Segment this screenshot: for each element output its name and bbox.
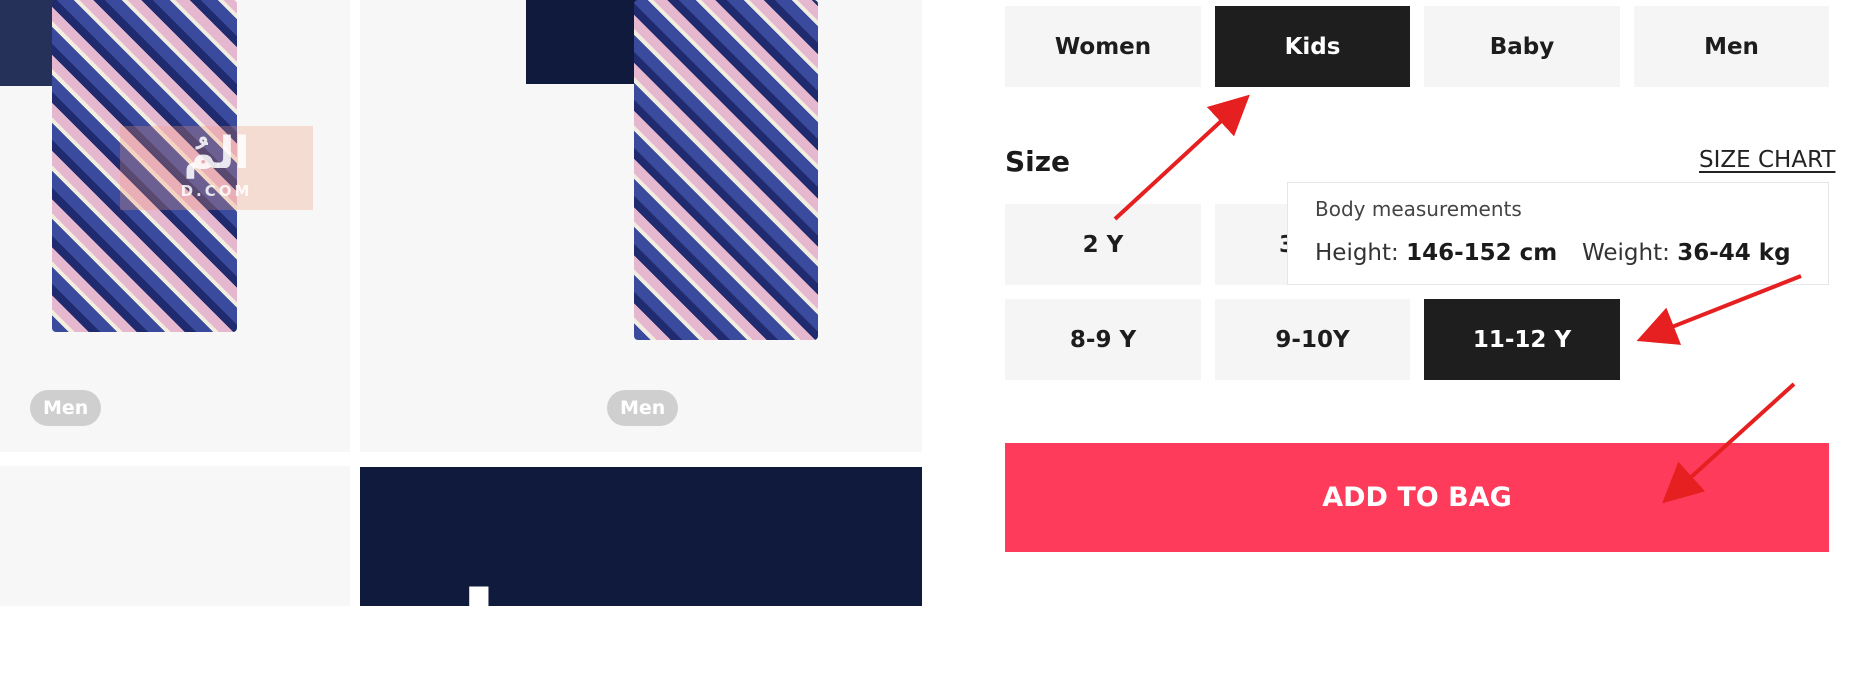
category-badge: Men [30,390,102,426]
department-women[interactable]: Women [1005,6,1201,87]
watermark-logo: المُ D.COM [120,126,313,210]
add-to-bag-button[interactable]: ADD TO BAG [1005,443,1829,552]
pants-image [634,0,818,340]
print-text: l . [460,568,578,696]
body-measurements-tooltip: Body measurements Height: 146-152 cm Wei… [1287,182,1829,285]
category-badge: Men [607,390,679,426]
arrow-to-size-11-12y [1636,274,1802,345]
arrow-to-kids [1113,94,1250,221]
department-kids[interactable]: Kids [1215,6,1410,87]
department-baby[interactable]: Baby [1424,6,1620,87]
product-tile-bottom-right[interactable]: l . [360,467,922,687]
department-men[interactable]: Men [1634,6,1829,87]
height-value: 146-152 cm [1406,240,1558,266]
size-option-11-12y[interactable]: 11-12 Y [1424,299,1620,380]
product-tile-bottom-left[interactable] [0,466,350,606]
weight-measurement: Weight: 36-44 kg [1582,240,1791,266]
size-label: Size [1005,145,1071,178]
height-measurement: Height: 146-152 cm [1315,240,1557,266]
size-option-9-10y[interactable]: 9-10Y [1215,299,1410,380]
product-tile-left[interactable]: المُ D.COM Men [0,0,350,452]
size-chart-link[interactable]: SIZE CHART [1699,147,1835,173]
size-option-2y[interactable]: 2 Y [1005,204,1201,285]
product-tile-right[interactable]: Men [360,0,922,452]
weight-value: 36-44 kg [1677,240,1791,266]
tooltip-title: Body measurements [1315,197,1522,221]
size-option-8-9y[interactable]: 8-9 Y [1005,299,1201,380]
height-label: Height: [1315,240,1407,266]
weight-label: Weight: [1582,240,1678,266]
